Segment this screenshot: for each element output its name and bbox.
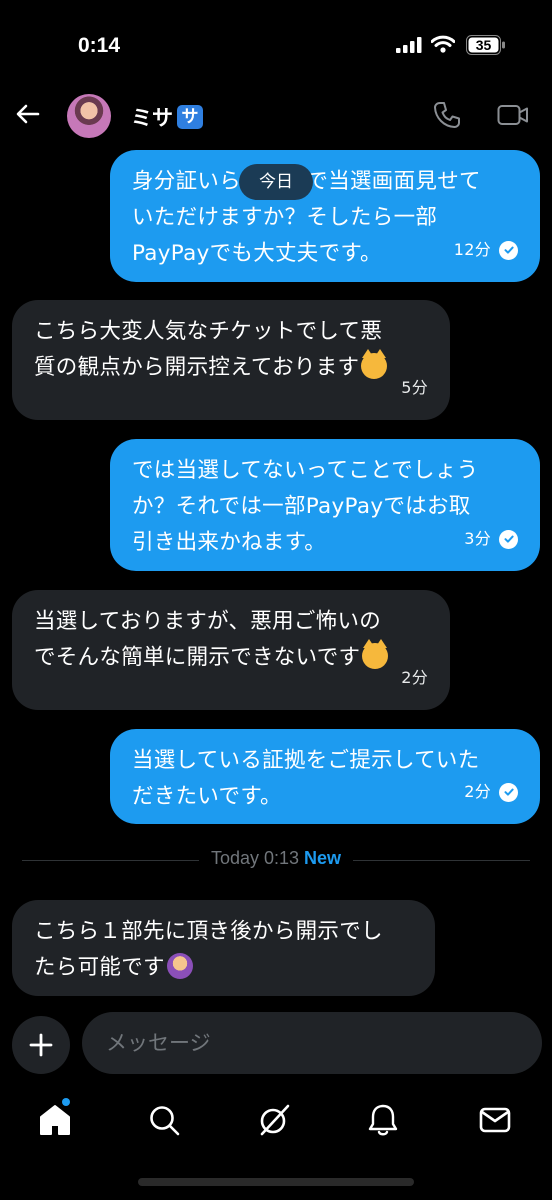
crying-cat-emoji <box>362 639 389 669</box>
wifi-icon <box>431 35 455 53</box>
name-badge: サ <box>177 105 203 129</box>
message-outgoing[interactable]: 身分証いらないので当選画面見せて いただけますか？そしたら一部 PayPayでも… <box>110 150 540 282</box>
message-composer[interactable] <box>82 1012 542 1074</box>
message-time: 2分 <box>464 782 491 801</box>
message-outgoing[interactable]: 当選している証拠をご提示していた だきたいです。 2分 <box>110 729 540 824</box>
home-indicator <box>138 1178 414 1186</box>
message-text: 当選しておりますが、悪用ご怖いの でそんな簡単に開示できないです <box>34 609 382 670</box>
notifications-icon[interactable] <box>365 1102 401 1138</box>
back-arrow-icon[interactable] <box>14 100 42 128</box>
status-bar: 0:14 35 <box>0 0 552 90</box>
message-content: こちら大変人気なチケットでして悪 質の観点から開示控えております <box>34 314 428 386</box>
avatar[interactable] <box>67 94 111 138</box>
message-text: こちら大変人気なチケットでして悪 質の観点から開示控えております <box>34 319 383 380</box>
message-time: 3分 <box>464 529 491 548</box>
message-meta: 2分 <box>401 660 428 696</box>
message-meta: 5分 <box>401 370 428 406</box>
new-label: New <box>304 848 342 868</box>
home-icon[interactable] <box>37 1102 73 1138</box>
read-check-icon <box>499 240 518 260</box>
message-meta: 2分 <box>464 774 518 810</box>
read-check-icon <box>499 782 518 802</box>
message-incoming[interactable]: 当選しておりますが、悪用ご怖いの でそんな簡単に開示できないです 2分 <box>12 590 450 710</box>
phone-icon[interactable] <box>432 100 462 130</box>
message-time: 12分 <box>453 240 491 259</box>
message-text: こちら１部先に頂き後から開示でし たら可能です <box>34 919 383 980</box>
contact-name-text: ミサ <box>131 106 173 130</box>
messages-icon[interactable] <box>477 1102 513 1138</box>
message-text: 当選している証拠をご提示していた だきたいです。 <box>132 748 480 809</box>
conversation-header: ミサ サ <box>0 90 552 142</box>
home-notification-dot <box>62 1098 70 1106</box>
crying-cat-emoji <box>361 349 388 379</box>
message-time: 5分 <box>401 378 428 397</box>
battery-icon: 35 <box>466 35 506 55</box>
person-gesturing-ok-emoji <box>166 953 193 979</box>
message-input[interactable] <box>106 1012 526 1074</box>
bottom-navigation <box>0 1094 552 1154</box>
message-meta: 12分 <box>454 232 518 268</box>
message-meta: 3分 <box>464 521 518 557</box>
message-incoming[interactable]: こちら大変人気なチケットでして悪 質の観点から開示控えております 5分 <box>12 300 450 420</box>
video-call-icon[interactable] <box>497 102 529 128</box>
plus-icon <box>29 1033 53 1057</box>
message-outgoing[interactable]: では当選してないってことでしょう か？それでは一部PayPayではお取 引き出来… <box>110 439 540 571</box>
message-content: 当選しておりますが、悪用ご怖いの でそんな簡単に開示できないです <box>34 604 428 676</box>
search-icon[interactable] <box>146 1102 182 1138</box>
message-text: では当選してないってことでしょう か？それでは一部PayPayではお取 引き出来… <box>132 458 479 555</box>
divider-time: Today 0:13 <box>210 848 300 868</box>
read-check-icon <box>499 529 518 549</box>
status-time: 0:14 <box>78 34 121 57</box>
battery-level: 35 <box>475 37 492 53</box>
divider-label: Today 0:13 New <box>0 848 552 869</box>
message-time: 2分 <box>401 668 428 687</box>
add-attachment-button[interactable] <box>12 1016 70 1074</box>
message-content: こちら１部先に頂き後から開示でし たら可能です <box>34 914 413 986</box>
message-incoming[interactable]: こちら１部先に頂き後から開示でし たら可能です <box>12 900 435 996</box>
cellular-signal-icon <box>396 37 422 53</box>
contact-name[interactable]: ミサ サ <box>131 102 203 132</box>
date-pill: 今日 <box>239 164 313 200</box>
grok-icon[interactable] <box>256 1102 292 1138</box>
